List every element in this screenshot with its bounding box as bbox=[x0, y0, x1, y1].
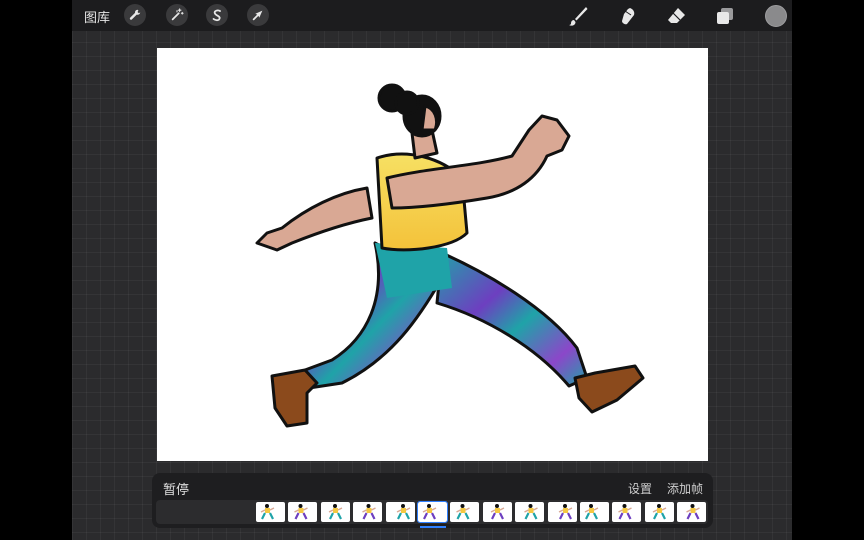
frame-thumbnail[interactable] bbox=[580, 502, 609, 522]
selection-s-icon[interactable] bbox=[206, 4, 228, 26]
settings-button[interactable]: 设置 bbox=[628, 480, 652, 497]
add-frame-button[interactable]: 添加帧 bbox=[667, 480, 703, 497]
frame-thumbnail[interactable] bbox=[353, 502, 383, 522]
brush-icon[interactable] bbox=[566, 4, 590, 28]
frame-thumbnail[interactable] bbox=[256, 502, 285, 522]
wrench-icon[interactable] bbox=[124, 4, 146, 26]
frame-thumbnail[interactable] bbox=[482, 502, 512, 522]
running-woman-illustration bbox=[255, 83, 645, 428]
frame-strip[interactable] bbox=[156, 500, 708, 524]
frame-thumbnail[interactable] bbox=[320, 502, 350, 522]
frame-thumbnail[interactable] bbox=[288, 502, 318, 522]
frame-thumbnail[interactable] bbox=[385, 502, 415, 522]
magic-wand-icon[interactable] bbox=[166, 4, 188, 26]
arrow-cursor-icon[interactable] bbox=[247, 4, 269, 26]
eraser-icon[interactable] bbox=[664, 4, 688, 28]
gallery-button[interactable]: 图库 bbox=[84, 7, 110, 26]
drawing-canvas[interactable] bbox=[157, 48, 708, 461]
frame-thumbnail[interactable] bbox=[515, 502, 545, 522]
top-toolbar: 图库 bbox=[72, 0, 792, 31]
procreate-app: 图库 暂停 设置 添加帧 bbox=[72, 0, 792, 540]
animation-timeline: 暂停 设置 添加帧 bbox=[152, 473, 713, 528]
color-picker-button[interactable] bbox=[765, 5, 787, 27]
frame-thumbnail[interactable] bbox=[450, 502, 480, 522]
frame-thumbnail[interactable] bbox=[417, 501, 448, 523]
layers-icon[interactable] bbox=[713, 4, 737, 28]
pause-button[interactable]: 暂停 bbox=[163, 479, 189, 498]
frame-thumbnail[interactable] bbox=[547, 502, 577, 522]
smudge-icon[interactable] bbox=[615, 4, 639, 28]
frame-thumbnail[interactable] bbox=[644, 502, 674, 522]
frame-thumbnail[interactable] bbox=[612, 502, 642, 522]
frame-thumbnail[interactable] bbox=[677, 502, 707, 522]
current-frame-indicator bbox=[419, 526, 446, 528]
